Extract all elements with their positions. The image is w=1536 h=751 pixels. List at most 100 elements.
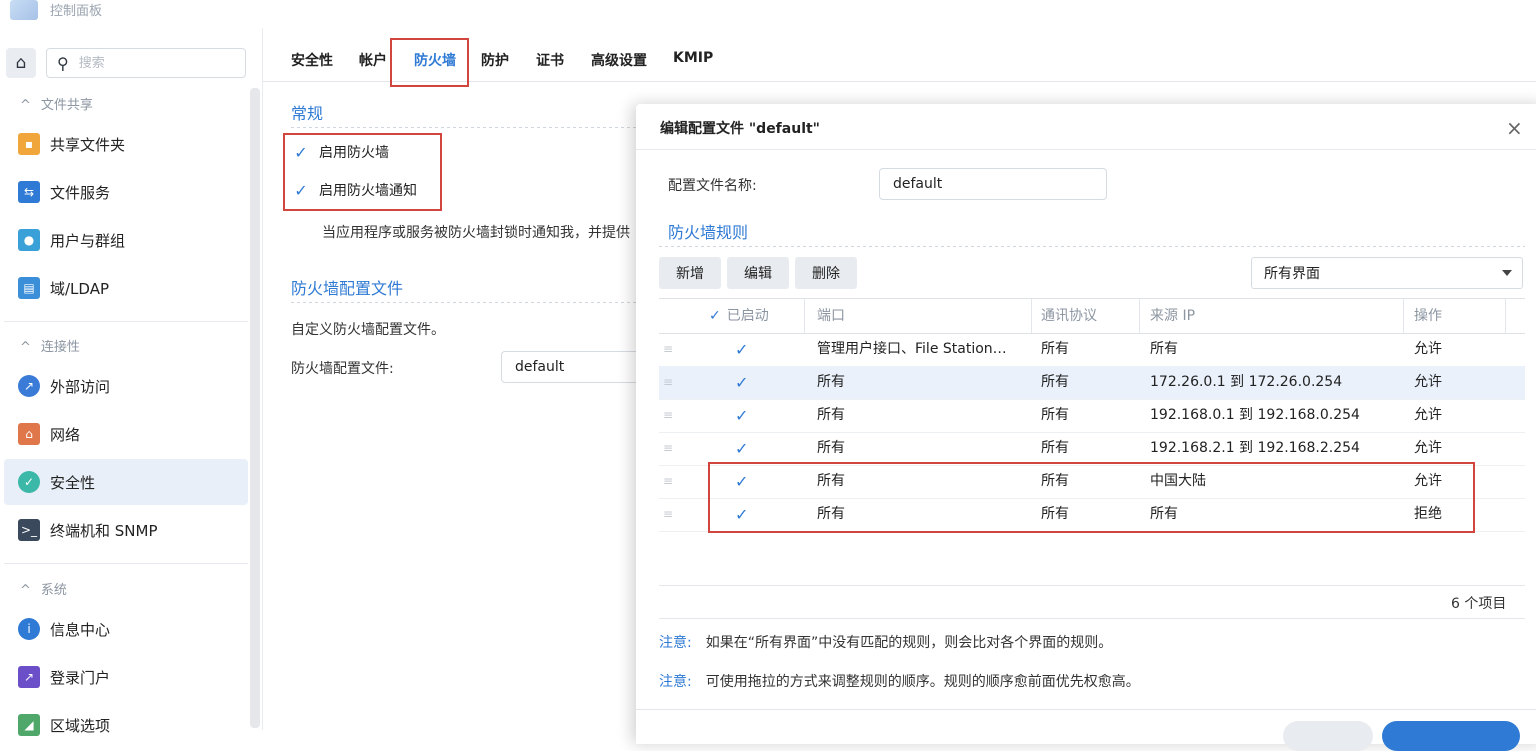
terminal-icon: >_	[18, 519, 40, 541]
divider	[659, 585, 1525, 586]
tab-account[interactable]: 帐户	[359, 50, 387, 70]
row-enabled-checkbox[interactable]: ✓	[735, 399, 748, 432]
regional-options-icon: ◢	[18, 714, 40, 736]
folder-icon: ▪	[18, 133, 40, 155]
divider	[291, 127, 651, 128]
drag-handle-icon[interactable]: ≡	[663, 432, 673, 465]
caret-down-icon	[1502, 270, 1512, 276]
sidebar-item-shared-folder[interactable]: ▪ 共享文件夹	[4, 121, 248, 167]
row-action: 允许	[1414, 440, 1442, 456]
row-action: 允许	[1414, 407, 1442, 423]
header-protocol[interactable]: 通讯协议	[1041, 299, 1097, 332]
drag-handle-icon[interactable]: ≡	[663, 366, 673, 399]
login-portal-icon: ↗	[18, 666, 40, 688]
divider	[636, 149, 1536, 150]
table-row[interactable]: ≡ ✓ 所有 所有 172.26.0.1 到 172.26.0.254 允许	[659, 366, 1525, 400]
row-action: 允许	[1414, 374, 1442, 390]
app-title: 控制面板	[50, 4, 103, 19]
drag-handle-icon[interactable]: ≡	[663, 465, 673, 498]
profile-description: 自定义防火墙配置文件。	[291, 322, 445, 338]
chevron-up-icon: ^	[20, 583, 31, 598]
row-protocol: 所有	[1041, 407, 1069, 423]
sidebar-item-file-services[interactable]: ⇆ 文件服务	[4, 169, 248, 215]
row-source: 192.168.0.1 到 192.168.0.254	[1150, 407, 1360, 423]
sidebar-item-domain-ldap[interactable]: ▤ 域/LDAP	[4, 265, 248, 311]
row-enabled-checkbox[interactable]: ✓	[735, 432, 748, 465]
group-connectivity[interactable]: ^ 连接性	[20, 336, 80, 355]
sidebar-item-network[interactable]: ⌂ 网络	[4, 411, 248, 457]
close-icon[interactable]: ×	[1506, 116, 1523, 140]
sidebar-item-info-center[interactable]: i 信息中心	[4, 606, 248, 652]
column-divider	[804, 299, 805, 333]
divider	[4, 563, 248, 564]
tab-kmip[interactable]: KMIP	[673, 50, 713, 66]
notify-description: 当应用程序或服务被防火墙封锁时通知我，并提供	[322, 225, 630, 241]
save-button[interactable]	[1382, 721, 1520, 751]
sidebar-item-terminal-snmp[interactable]: >_ 终端机和 SNMP	[4, 507, 248, 553]
tab-certificate[interactable]: 证书	[536, 50, 564, 70]
profile-select[interactable]: default	[501, 351, 651, 383]
row-source: 所有	[1150, 341, 1178, 357]
divider	[636, 709, 1536, 710]
group-system[interactable]: ^ 系统	[20, 579, 67, 598]
section-title-general: 常规	[291, 104, 324, 123]
divider	[4, 321, 248, 322]
section-title-profile: 防火墙配置文件	[291, 279, 404, 298]
users-icon: ●	[18, 229, 40, 251]
group-file-sharing[interactable]: ^ 文件共享	[20, 94, 93, 113]
divider	[291, 302, 651, 303]
column-divider	[1139, 299, 1140, 333]
search-box[interactable]: ⚲	[46, 48, 246, 78]
drag-handle-icon[interactable]: ≡	[663, 498, 673, 531]
row-protocol: 所有	[1041, 341, 1069, 357]
sidebar-scrollbar[interactable]	[250, 88, 260, 728]
control-panel-icon	[10, 0, 38, 20]
row-port: 所有	[817, 374, 845, 390]
sidebar-item-regional-options[interactable]: ◢ 区域选项	[4, 702, 248, 748]
search-icon: ⚲	[57, 53, 69, 73]
column-divider	[1505, 299, 1506, 333]
table-row[interactable]: ≡ ✓ 所有 所有 192.168.0.1 到 192.168.0.254 允许	[659, 399, 1525, 433]
header-action[interactable]: 操作	[1414, 299, 1442, 332]
tab-advanced[interactable]: 高级设置	[591, 50, 647, 70]
row-enabled-checkbox[interactable]: ✓	[735, 333, 748, 366]
note-2: 注意: 可使用拖拉的方式来调整规则的顺序。规则的顺序愈前面优先权愈高。	[659, 674, 1140, 690]
table-row[interactable]: ≡ ✓ 所有 所有 192.168.2.1 到 192.168.2.254 允许	[659, 432, 1525, 466]
edit-profile-dialog: 编辑配置文件 "default" × 配置文件名称: default 防火墙规则…	[636, 104, 1536, 751]
table-row[interactable]: ≡ ✓ 管理用户接口、File Station… 所有 所有 允许	[659, 333, 1525, 367]
dialog-title: 编辑配置文件 "default"	[660, 121, 820, 137]
row-protocol: 所有	[1041, 374, 1069, 390]
column-divider	[1403, 299, 1404, 333]
sidebar: ⌂ ⚲ ^文件共享 ▪共享文件夹 ⇆文件服务 ●用户与群组 ▤域/LDAP ^连…	[0, 28, 263, 736]
tab-security[interactable]: 安全性	[291, 50, 333, 70]
header-source-ip[interactable]: 来源 IP	[1150, 299, 1195, 332]
highlight-box	[283, 133, 442, 211]
item-count: 6 个项目	[1451, 596, 1507, 612]
row-enabled-checkbox[interactable]: ✓	[735, 366, 748, 399]
chevron-up-icon: ^	[20, 98, 31, 113]
title-bar: 控制面板	[0, 0, 1536, 28]
table-header: ✓ 已启动 端口 通讯协议 来源 IP 操作	[659, 298, 1525, 334]
row-protocol: 所有	[1041, 440, 1069, 456]
add-button[interactable]: 新增	[659, 257, 721, 289]
search-input[interactable]	[76, 54, 221, 72]
cancel-button[interactable]	[1283, 721, 1373, 751]
shield-icon: ✓	[18, 471, 40, 493]
delete-button[interactable]: 删除	[795, 257, 857, 289]
edit-button[interactable]: 编辑	[727, 257, 789, 289]
header-port[interactable]: 端口	[817, 299, 845, 332]
drag-handle-icon[interactable]: ≡	[663, 399, 673, 432]
sidebar-item-external-access[interactable]: ↗ 外部访问	[4, 363, 248, 409]
home-button[interactable]: ⌂	[6, 48, 36, 78]
interface-select[interactable]: 所有界面	[1251, 257, 1523, 289]
row-action: 允许	[1414, 341, 1442, 357]
chevron-up-icon: ^	[20, 340, 31, 355]
checkmark-icon: ✓	[709, 308, 721, 324]
drag-handle-icon[interactable]: ≡	[663, 333, 673, 366]
header-enabled[interactable]: ✓ 已启动	[709, 299, 769, 332]
profile-name-input[interactable]: default	[879, 168, 1107, 200]
sidebar-item-login-portal[interactable]: ↗ 登录门户	[4, 654, 248, 700]
sidebar-item-security[interactable]: ✓ 安全性	[4, 459, 248, 505]
tab-protection[interactable]: 防护	[481, 50, 509, 70]
sidebar-item-users-groups[interactable]: ● 用户与群组	[4, 217, 248, 263]
